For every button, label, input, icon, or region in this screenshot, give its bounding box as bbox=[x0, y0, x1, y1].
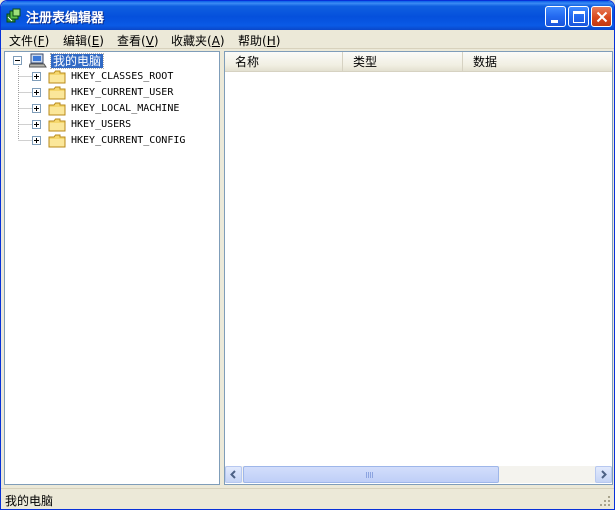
menu-file-accel: F bbox=[37, 34, 45, 48]
maximize-icon bbox=[573, 11, 585, 23]
menu-help-accel: H bbox=[266, 34, 276, 48]
menu-edit-accel: E bbox=[91, 34, 100, 48]
menu-view-label: 查看 bbox=[117, 34, 142, 48]
close-button[interactable] bbox=[591, 6, 612, 27]
tree-node-label: HKEY_CURRENT_CONFIG bbox=[71, 135, 186, 146]
value-list-pane[interactable]: 名称 类型 数据 bbox=[224, 51, 613, 485]
regedit-app-icon[interactable] bbox=[6, 8, 22, 24]
menu-help-label: 帮助 bbox=[238, 34, 263, 48]
status-text: 我的电脑 bbox=[5, 494, 54, 508]
chevron-left-icon bbox=[230, 470, 236, 479]
expand-toggle[interactable] bbox=[32, 88, 41, 97]
menu-edit[interactable]: 编辑(E) bbox=[63, 32, 104, 49]
scroll-thumb[interactable] bbox=[243, 466, 499, 483]
minimize-button[interactable] bbox=[545, 6, 566, 27]
tree-node-hkey-local-machine[interactable]: HKEY_LOCAL_MACHINE bbox=[5, 101, 219, 117]
tree-node-label: HKEY_CURRENT_USER bbox=[71, 87, 174, 98]
folder-icon bbox=[48, 134, 66, 151]
list-header: 名称 类型 数据 bbox=[225, 52, 612, 72]
expand-toggle[interactable] bbox=[32, 120, 41, 129]
menu-file-label: 文件 bbox=[9, 34, 34, 48]
tree-node-label: HKEY_LOCAL_MACHINE bbox=[71, 103, 180, 114]
column-header-type[interactable]: 类型 bbox=[343, 52, 463, 72]
grip-icon bbox=[366, 472, 374, 478]
menu-view[interactable]: 查看(V) bbox=[117, 32, 159, 49]
tree-node-hkey-users[interactable]: HKEY_USERS bbox=[5, 117, 219, 133]
column-header-name[interactable]: 名称 bbox=[225, 52, 343, 72]
chevron-right-icon bbox=[601, 470, 607, 479]
tree-node-label: HKEY_CLASSES_ROOT bbox=[71, 71, 174, 82]
scroll-right-button[interactable] bbox=[595, 466, 612, 483]
maximize-button[interactable] bbox=[568, 6, 589, 27]
tree-node-label: HKEY_USERS bbox=[71, 119, 132, 130]
tree-node-my-computer[interactable]: 我的电脑 bbox=[5, 53, 219, 69]
tree-node-hkey-current-user[interactable]: HKEY_CURRENT_USER bbox=[5, 85, 219, 101]
menu-bar: 文件(F) 编辑(E) 查看(V) 收藏夹(A) 帮助(H) bbox=[1, 30, 614, 49]
menu-favorites[interactable]: 收藏夹(A) bbox=[171, 32, 225, 49]
tree-node-hkey-current-config[interactable]: HKEY_CURRENT_CONFIG bbox=[5, 133, 219, 149]
tree-node-hkey-classes-root[interactable]: HKEY_CLASSES_ROOT bbox=[5, 69, 219, 85]
close-icon bbox=[596, 11, 608, 23]
minimize-icon bbox=[551, 20, 558, 23]
scroll-left-button[interactable] bbox=[225, 466, 242, 483]
title-bar[interactable]: 注册表编辑器 bbox=[1, 1, 614, 30]
regedit-window: 注册表编辑器 文件(F) 编辑(E) 查看(V) 收藏夹(A) 帮助(H) 我的… bbox=[0, 0, 615, 510]
menu-file[interactable]: 文件(F) bbox=[9, 32, 49, 49]
menu-favorites-accel: A bbox=[211, 34, 220, 48]
collapse-toggle[interactable] bbox=[13, 56, 22, 65]
menu-view-accel: V bbox=[145, 34, 154, 48]
key-tree-pane[interactable]: 我的电脑 HKEY_CLASSES_ROOT HKEY_CURRENT_USER… bbox=[4, 51, 220, 485]
status-bar: 我的电脑 bbox=[1, 488, 614, 509]
menu-favorites-label: 收藏夹 bbox=[171, 34, 208, 48]
window-title: 注册表编辑器 bbox=[26, 11, 105, 26]
menu-edit-label: 编辑 bbox=[63, 34, 88, 48]
expand-toggle[interactable] bbox=[32, 104, 41, 113]
column-header-data[interactable]: 数据 bbox=[463, 52, 612, 72]
horizontal-scrollbar[interactable] bbox=[225, 466, 612, 483]
expand-toggle[interactable] bbox=[32, 72, 41, 81]
expand-toggle[interactable] bbox=[32, 136, 41, 145]
resize-grip-icon[interactable] bbox=[599, 495, 611, 507]
tree-node-label: 我的电脑 bbox=[49, 53, 105, 69]
menu-help[interactable]: 帮助(H) bbox=[238, 32, 280, 49]
